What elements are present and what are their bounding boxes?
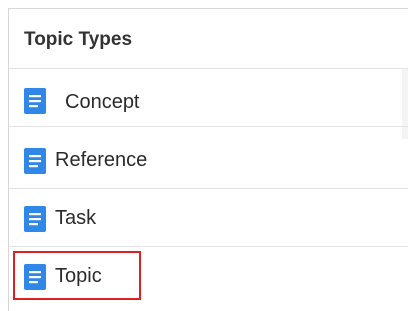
topic-type-label: Reference (55, 149, 148, 171)
topic-type-label: Concept (65, 91, 140, 113)
topic-types-panel: Topic Types Concept Reference Task Topic (8, 8, 408, 311)
document-icon (24, 264, 46, 290)
document-icon (24, 88, 46, 114)
topic-type-item-task[interactable]: Task (9, 189, 408, 247)
document-icon (24, 148, 46, 174)
document-icon (24, 206, 46, 232)
topic-type-label: Task (55, 207, 97, 229)
topic-type-item-concept[interactable]: Concept (9, 69, 408, 127)
panel-title: Topic Types (24, 29, 133, 50)
topic-type-item-reference[interactable]: Reference (9, 131, 408, 189)
topic-type-label: Topic (55, 265, 102, 287)
topic-type-item-topic[interactable]: Topic (9, 247, 408, 305)
panel-header: Topic Types (9, 9, 408, 69)
